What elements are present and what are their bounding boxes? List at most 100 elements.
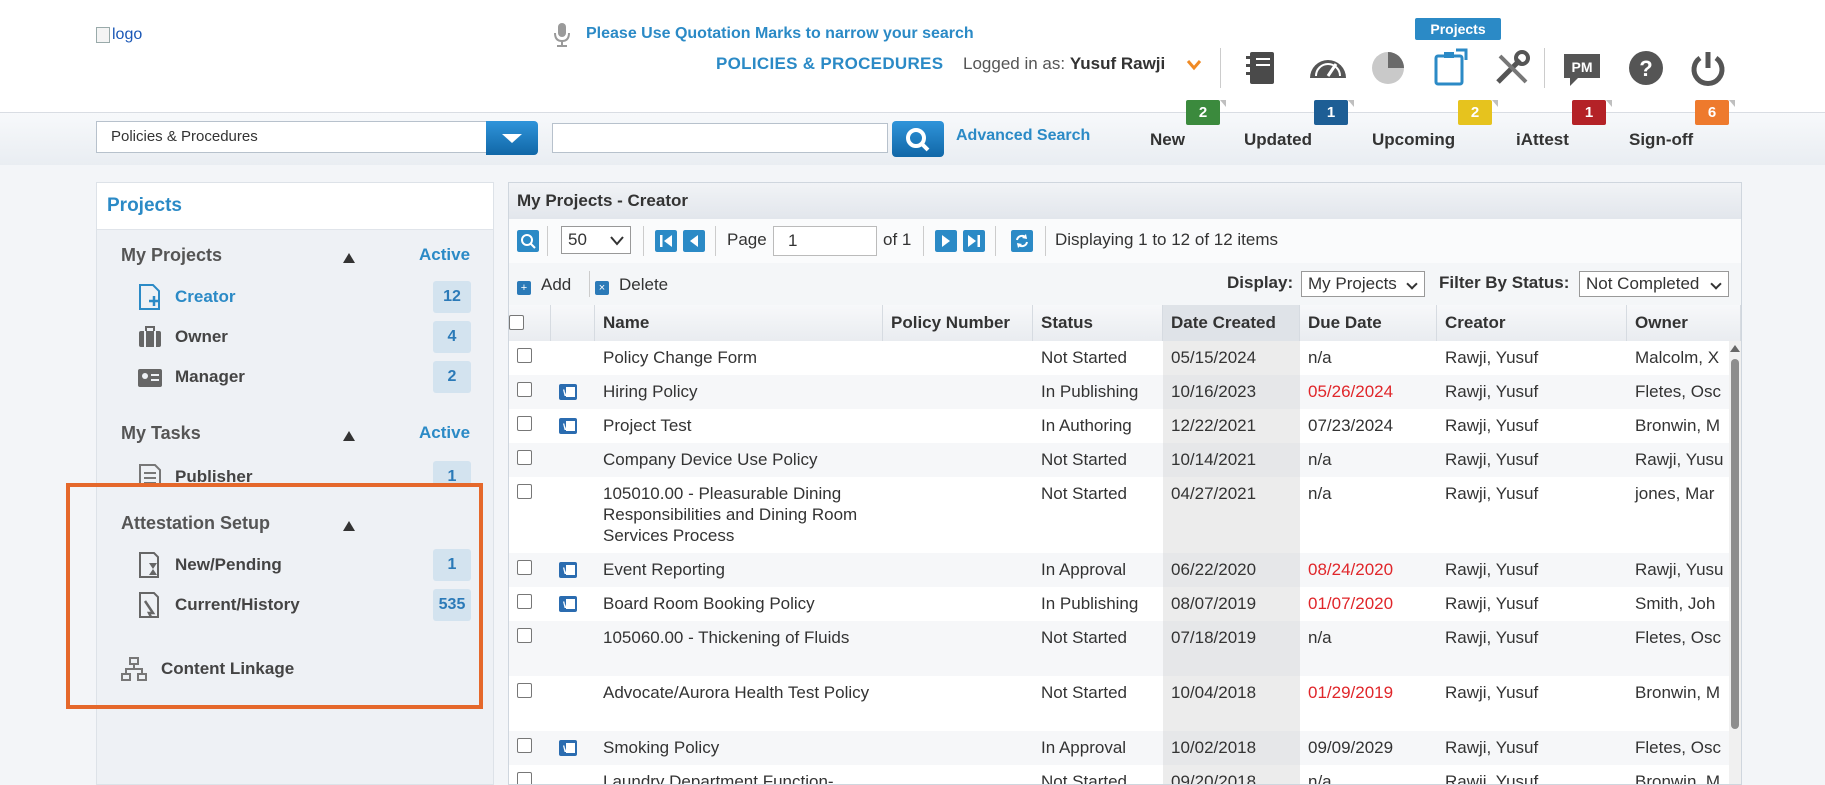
table-row[interactable]: W Board Room Booking Policy In Publishing 0…: [509, 587, 1729, 622]
column-header-policy-number[interactable]: Policy Number: [883, 305, 1033, 341]
module-link[interactable]: POLICIES & PROCEDURES: [716, 54, 943, 74]
collapse-arrow-icon[interactable]: [343, 253, 355, 263]
grid-toolbar: + Add × Delete Display: My Projects Filter…: [509, 263, 1741, 306]
table-row[interactable]: 105060.00 - Thickening of Fluids Not Star…: [509, 621, 1729, 677]
refresh-search-icon[interactable]: [517, 230, 539, 252]
cell-name[interactable]: Laundry Department Function-: [595, 765, 883, 784]
scrollbar-thumb[interactable]: [1731, 359, 1739, 729]
category-select[interactable]: Policies & Procedures: [96, 121, 538, 155]
sidebar-item-owner[interactable]: Owner 4: [137, 321, 477, 353]
svg-text:PM: PM: [1572, 59, 1593, 75]
last-page-icon[interactable]: [963, 230, 985, 252]
word-document-icon[interactable]: W: [558, 739, 578, 757]
cell-name[interactable]: Event Reporting: [595, 553, 883, 587]
sidebar-item-publisher[interactable]: Publisher 1: [137, 461, 477, 485]
user-menu-chevron-icon[interactable]: [1186, 58, 1202, 72]
cell-created: 10/02/2018: [1163, 731, 1300, 765]
sidebar-item-label: Manager: [175, 367, 245, 386]
cell-name[interactable]: 105060.00 - Thickening of Fluids: [595, 621, 883, 676]
table-row[interactable]: W Hiring Policy In Publishing 10/16/2023 05/…: [509, 375, 1729, 410]
collapse-arrow-icon[interactable]: [343, 431, 355, 441]
my-projects-heading[interactable]: My Projects: [121, 245, 222, 266]
pie-chart-icon[interactable]: [1366, 46, 1410, 90]
cell-created: 06/22/2020: [1163, 553, 1300, 587]
filter-status-select[interactable]: Not Completed: [1579, 271, 1729, 297]
word-document-icon[interactable]: W: [558, 595, 578, 613]
word-document-icon[interactable]: W: [558, 383, 578, 401]
logo[interactable]: logo: [96, 26, 142, 44]
row-checkbox[interactable]: [517, 683, 532, 698]
search-input[interactable]: [552, 123, 888, 153]
row-checkbox[interactable]: [517, 484, 532, 499]
stat-new[interactable]: 2 New: [1150, 100, 1234, 154]
row-checkbox[interactable]: [517, 594, 532, 609]
table-row[interactable]: Advocate/Aurora Health Test Policy Not St…: [509, 676, 1729, 732]
dashboard-icon[interactable]: [1306, 46, 1350, 90]
table-row[interactable]: W Event Reporting In Approval 06/22/2020 08/…: [509, 553, 1729, 588]
microphone-icon[interactable]: [552, 21, 572, 49]
row-checkbox[interactable]: [517, 738, 532, 753]
stat-upcoming[interactable]: 2 Upcoming: [1372, 100, 1502, 154]
cell-name[interactable]: Board Room Booking Policy: [595, 587, 883, 621]
column-header-creator[interactable]: Creator: [1437, 305, 1627, 341]
tools-icon[interactable]: [1490, 46, 1534, 90]
column-header-name[interactable]: Name: [595, 305, 883, 341]
word-document-icon[interactable]: W: [558, 561, 578, 579]
page-size-select[interactable]: 50: [561, 226, 631, 254]
help-icon[interactable]: ?: [1624, 46, 1668, 90]
cell-name[interactable]: Policy Change Form: [595, 341, 883, 375]
cell-name[interactable]: Project Test: [595, 409, 883, 443]
cell-name[interactable]: Smoking Policy: [595, 731, 883, 765]
my-tasks-heading[interactable]: My Tasks: [121, 423, 201, 444]
scroll-up-arrow-icon[interactable]: [1730, 345, 1740, 352]
column-header-date-created[interactable]: Date Created: [1163, 305, 1300, 341]
sidebar-item-manager[interactable]: Manager 2: [137, 361, 477, 393]
next-page-icon[interactable]: [935, 230, 957, 252]
cell-name[interactable]: Hiring Policy: [595, 375, 883, 409]
grid-scrollbar[interactable]: [1729, 341, 1741, 784]
delete-button[interactable]: × Delete: [595, 275, 668, 295]
cell-name[interactable]: Advocate/Aurora Health Test Policy: [595, 676, 883, 731]
word-document-icon[interactable]: W: [558, 417, 578, 435]
column-header-due-date[interactable]: Due Date: [1300, 305, 1437, 341]
table-row[interactable]: 105010.00 - Pleasurable Dining Responsib…: [509, 477, 1729, 554]
cell-status: Not Started: [1041, 683, 1127, 702]
stat-sign-off[interactable]: 6 Sign-off: [1629, 100, 1739, 154]
projects-icon[interactable]: [1428, 46, 1472, 90]
category-dropdown-button[interactable]: [486, 121, 538, 155]
cell-name[interactable]: Company Device Use Policy: [595, 443, 883, 477]
category-value[interactable]: Policies & Procedures: [96, 121, 488, 153]
user-name[interactable]: Yusuf Rawji: [1070, 54, 1165, 73]
add-button[interactable]: + Add: [517, 275, 571, 295]
first-page-icon[interactable]: [655, 230, 677, 252]
row-checkbox[interactable]: [517, 348, 532, 363]
select-all-checkbox[interactable]: [509, 315, 524, 330]
column-header-owner[interactable]: Owner: [1627, 305, 1741, 341]
row-checkbox[interactable]: [517, 382, 532, 397]
row-checkbox[interactable]: [517, 450, 532, 465]
table-row[interactable]: W Smoking Policy In Approval 10/02/2018 09/0…: [509, 731, 1729, 766]
row-checkbox[interactable]: [517, 560, 532, 575]
search-button[interactable]: [892, 121, 944, 157]
power-icon[interactable]: [1686, 46, 1730, 90]
advanced-search-link[interactable]: Advanced Search: [956, 127, 1090, 145]
table-row[interactable]: W Project Test In Authoring 12/22/2021 07/23…: [509, 409, 1729, 444]
stat-iattest[interactable]: 1 iAttest: [1516, 100, 1616, 154]
column-header-status[interactable]: Status: [1033, 305, 1163, 341]
stat-updated[interactable]: 1 Updated: [1244, 100, 1354, 154]
previous-page-icon[interactable]: [683, 230, 705, 252]
table-row[interactable]: Company Device Use Policy Not Started 10/1…: [509, 443, 1729, 478]
row-checkbox[interactable]: [517, 772, 532, 784]
sidebar-item-creator[interactable]: Creator 12: [137, 281, 477, 313]
stat-upcoming-label: Upcoming: [1372, 130, 1456, 149]
page-number-input[interactable]: 1: [773, 226, 877, 256]
table-row[interactable]: Policy Change Form Not Started 05/15/2024 n…: [509, 341, 1729, 376]
row-checkbox[interactable]: [517, 628, 532, 643]
display-select[interactable]: My Projects: [1301, 271, 1425, 297]
pm-icon[interactable]: PM: [1560, 46, 1604, 90]
cell-name[interactable]: 105010.00 - Pleasurable Dining Responsib…: [595, 477, 883, 553]
row-checkbox[interactable]: [517, 416, 532, 431]
refresh-icon[interactable]: [1011, 230, 1033, 252]
notebook-icon[interactable]: [1240, 46, 1284, 90]
table-row[interactable]: Laundry Department Function- Not Started 0…: [509, 765, 1729, 784]
